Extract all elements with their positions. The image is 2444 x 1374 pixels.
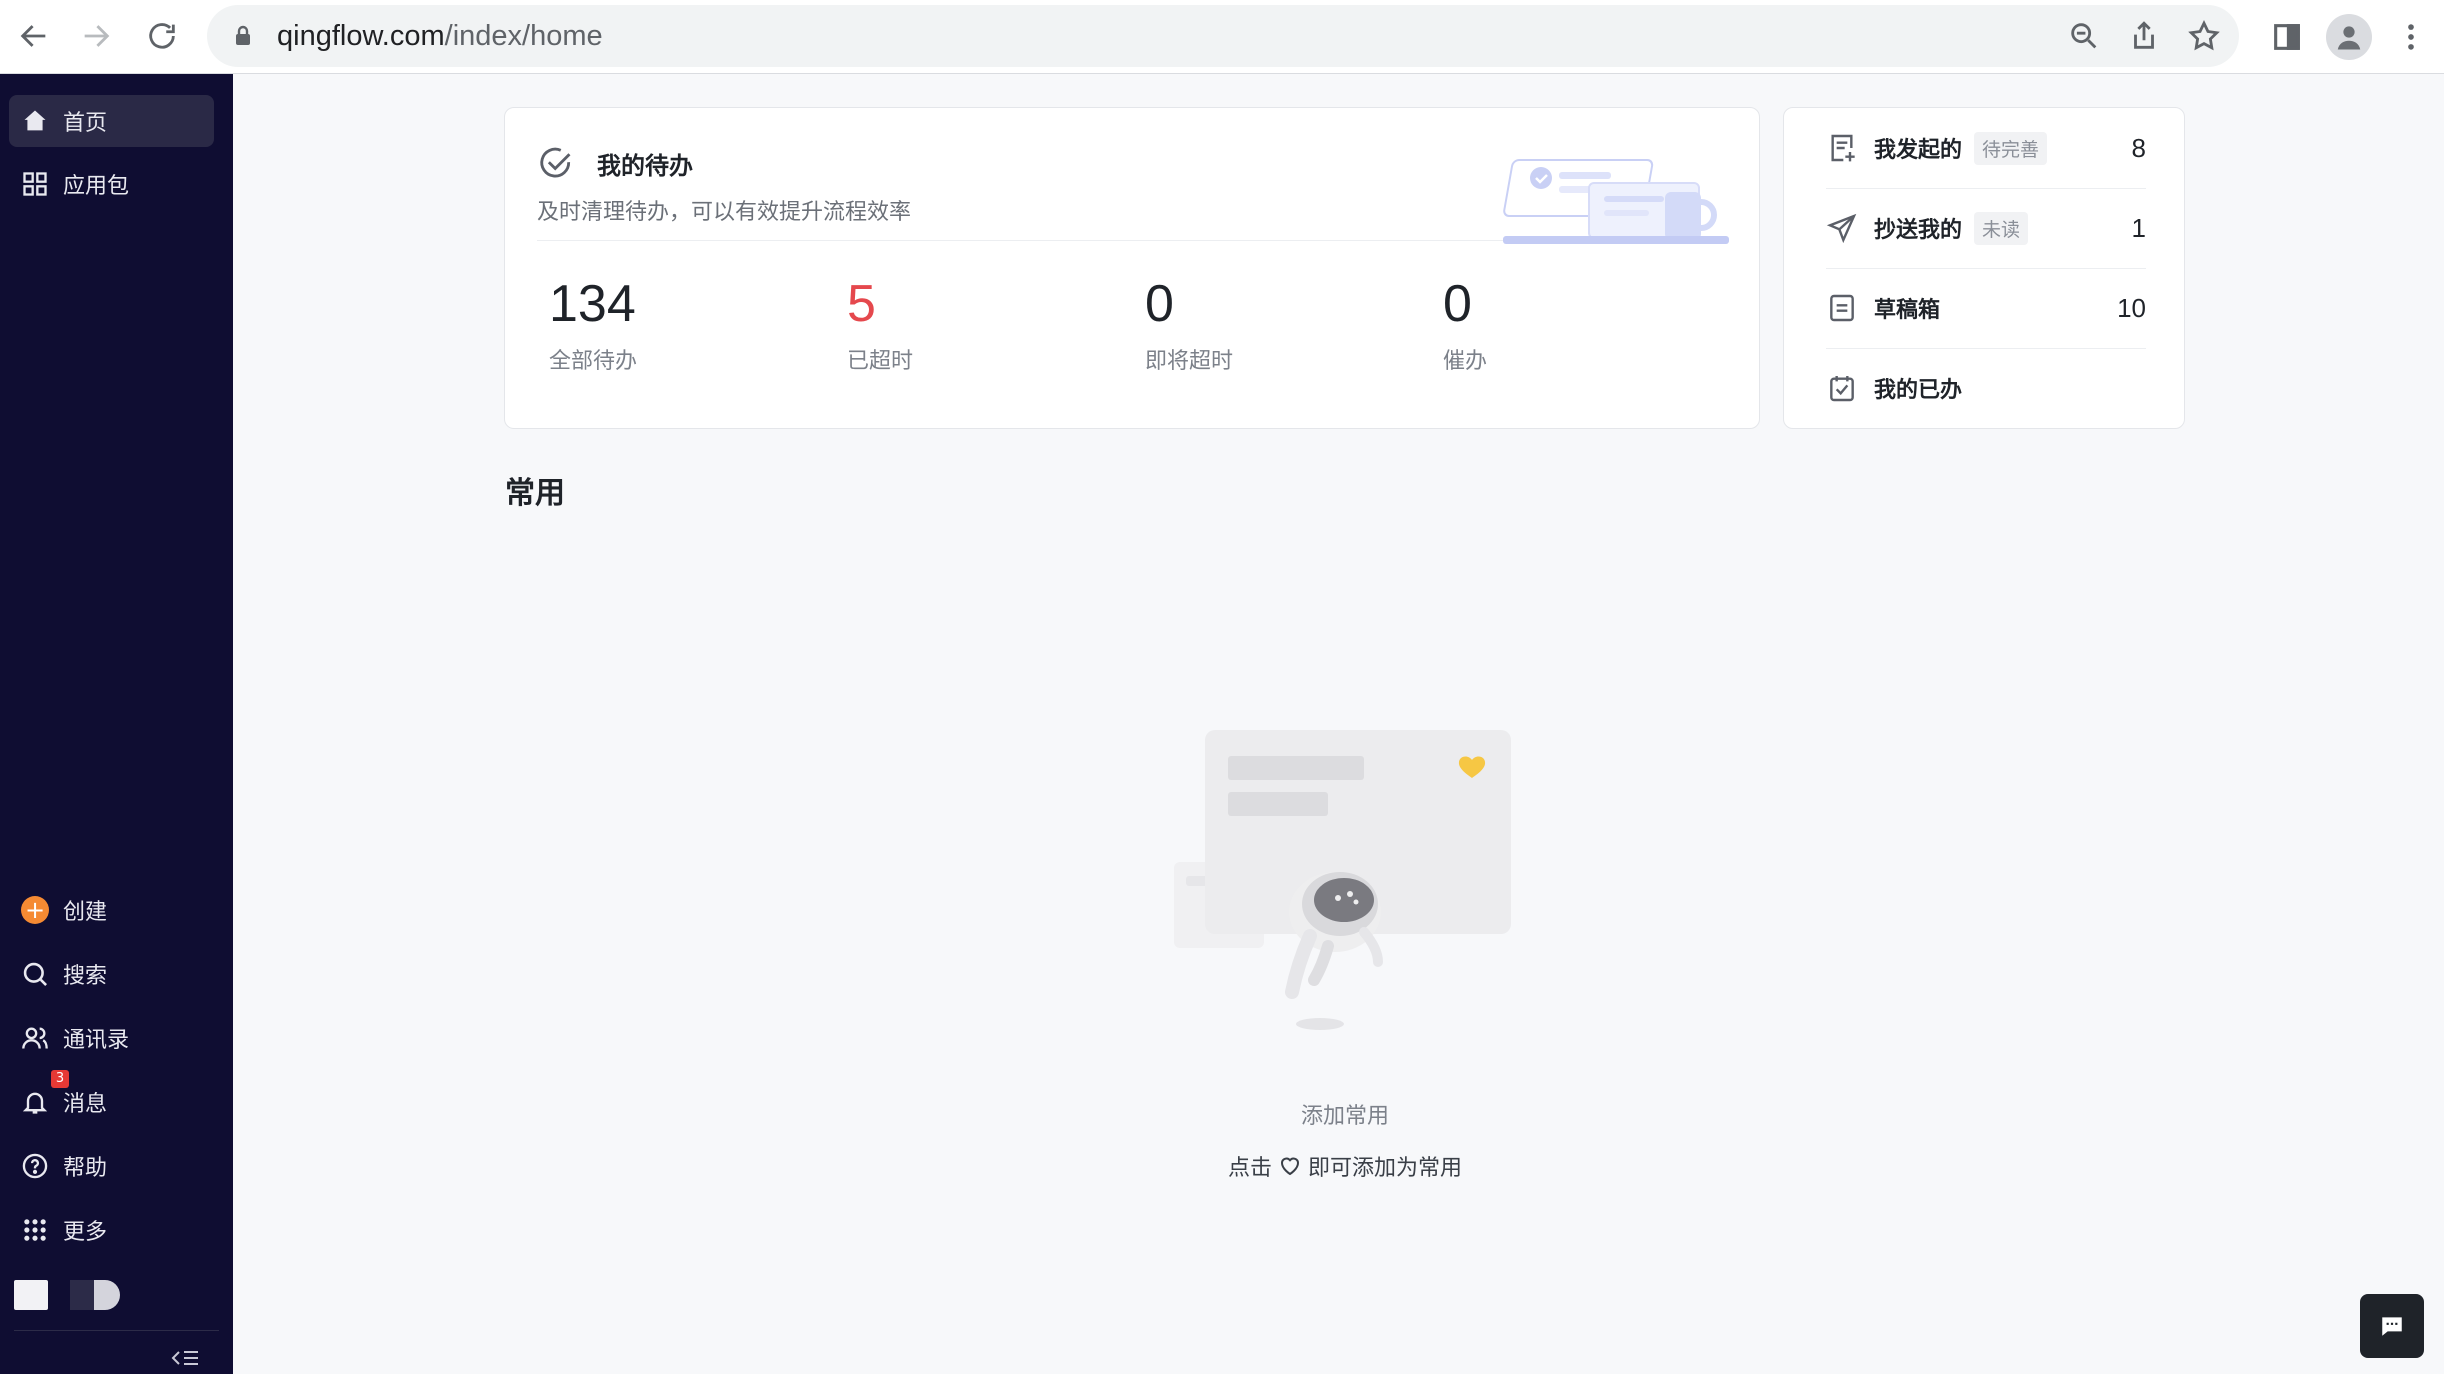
address-bar[interactable]: qingflow.com/index/home	[207, 5, 2239, 67]
sidebar-item-label: 搜索	[63, 964, 108, 989]
browser-toolbar: qingflow.com/index/home	[0, 0, 2444, 74]
person-icon	[2337, 26, 2361, 50]
profile-avatar[interactable]	[2326, 14, 2372, 60]
lock-icon	[236, 25, 250, 45]
back-arrow-icon	[20, 25, 46, 47]
stat-value: 0	[1145, 275, 1174, 333]
sidebar-item-messages[interactable]: 3 消息	[9, 1070, 214, 1128]
shortcut-tag: 待完善	[1974, 131, 2048, 165]
stat-value: 5	[847, 275, 876, 333]
sidebar-item-app-packages[interactable]: 应用包	[9, 158, 214, 210]
sidebar-item-label: 应用包	[63, 174, 130, 199]
home-icon	[24, 110, 46, 131]
common-section-title: 常用	[505, 476, 565, 511]
sidebar-item-label: 创建	[63, 900, 108, 925]
side-panel-icon[interactable]	[2270, 20, 2304, 54]
chat-support-button[interactable]	[2360, 1294, 2424, 1358]
draft-icon	[1830, 294, 1854, 322]
url-host: qingflow.com	[277, 19, 445, 52]
sidebar-divider	[14, 1330, 219, 1331]
sidebar-item-help[interactable]: 帮助	[9, 1140, 214, 1192]
sidebar-item-create[interactable]: + 创建	[9, 884, 214, 936]
todo-title: 我的待办	[597, 151, 693, 180]
stat-overdue[interactable]: 5 已超时	[847, 275, 914, 375]
sidebar-item-label: 首页	[63, 111, 108, 136]
stat-all-todo[interactable]: 134 全部待办	[549, 275, 638, 375]
sidebar-item-search[interactable]: 搜索	[9, 948, 214, 1000]
stat-due-soon[interactable]: 0 即将超时	[1145, 275, 1234, 375]
dots-grid-icon	[24, 1219, 46, 1241]
shortcut-label: 抄送我的	[1874, 218, 1963, 243]
todo-description: 及时清理待办，可以有效提升流程效率	[537, 200, 912, 225]
help-icon	[22, 1153, 48, 1179]
shortcut-label: 我的已办	[1874, 378, 1963, 403]
reload-icon	[149, 23, 175, 49]
shortcut-count: 10	[2117, 292, 2146, 323]
chat-bubble-icon	[2382, 1317, 2402, 1336]
kebab-menu-icon[interactable]	[2394, 20, 2428, 54]
empty-hint-prefix: 点击	[1227, 1156, 1272, 1181]
contacts-icon	[22, 1027, 48, 1049]
stat-value: 134	[549, 275, 636, 333]
reload-button[interactable]	[132, 6, 192, 66]
plus-circle-icon: +	[21, 896, 49, 924]
stat-label: 催办	[1443, 349, 1488, 375]
forward-button[interactable]	[66, 6, 126, 66]
workspace-switcher[interactable]	[14, 1280, 120, 1310]
heart-icon	[1280, 1157, 1300, 1176]
url-path: /index/home	[444, 19, 603, 52]
share-icon[interactable]	[2127, 19, 2161, 53]
sidebar: 首页 应用包 + 创建 搜索 通讯录 3 消息 帮助 更多	[0, 74, 233, 1374]
sidebar-item-label: 更多	[63, 1220, 108, 1245]
stat-urged[interactable]: 0 催办	[1443, 275, 1488, 375]
shortcut-drafts[interactable]: 草稿箱 10	[1826, 268, 2146, 348]
empty-state-hint: 点击 即可添加为常用	[1150, 1150, 1540, 1182]
stat-label: 全部待办	[549, 349, 638, 375]
doc-plus-icon	[1831, 134, 1855, 162]
shortcuts-card: 我发起的 待完善 8 抄送我的 未读 1 草稿箱 10 我的已办	[1783, 107, 2185, 429]
url-text: qingflow.com/index/home	[277, 20, 603, 53]
zoom-icon[interactable]	[2067, 19, 2101, 53]
collapse-sidebar-icon[interactable]	[170, 1346, 200, 1370]
stat-value: 0	[1443, 275, 1472, 333]
stat-label: 已超时	[847, 349, 914, 375]
send-icon	[1826, 213, 1857, 244]
sidebar-item-label: 消息	[63, 1092, 108, 1117]
sidebar-item-contacts[interactable]: 通讯录	[9, 1012, 214, 1064]
empty-hint-suffix: 即可添加为常用	[1308, 1156, 1463, 1181]
todo-illustration	[1503, 159, 1729, 244]
back-button[interactable]	[4, 6, 64, 66]
empty-state-illustration	[1174, 730, 1511, 1030]
sidebar-item-label: 通讯录	[63, 1028, 130, 1053]
bookmark-star-icon[interactable]	[2187, 19, 2221, 53]
search-icon	[23, 962, 47, 986]
my-todo-card[interactable]: 我的待办 及时清理待办，可以有效提升流程效率 134 全部待办 5 已超时 0 …	[504, 107, 1760, 429]
sidebar-item-more[interactable]: 更多	[9, 1204, 214, 1256]
shortcut-label: 草稿箱	[1874, 298, 1941, 323]
sidebar-item-label: 帮助	[63, 1156, 108, 1181]
check-circle-icon	[540, 147, 571, 178]
shortcut-initiated-by-me[interactable]: 我发起的 待完善 8	[1826, 108, 2146, 188]
stat-label: 即将超时	[1145, 349, 1234, 375]
shortcut-tag: 未读	[1974, 211, 2029, 245]
shortcut-label: 我发起的	[1874, 138, 1963, 163]
shortcut-cc-to-me[interactable]: 抄送我的 未读 1	[1826, 188, 2146, 268]
empty-state-title: 添加常用	[1300, 1104, 1389, 1129]
apps-grid-icon	[23, 172, 47, 196]
sidebar-item-home[interactable]: 首页	[9, 95, 214, 147]
shortcut-count: 1	[2131, 212, 2146, 243]
unread-badge: 3	[51, 1070, 69, 1088]
calendar-check-icon	[1830, 376, 1854, 402]
forward-arrow-icon	[84, 25, 110, 47]
shortcut-my-done[interactable]: 我的已办	[1826, 348, 2146, 428]
shortcut-count: 8	[2131, 132, 2146, 163]
bell-icon	[22, 1092, 48, 1114]
